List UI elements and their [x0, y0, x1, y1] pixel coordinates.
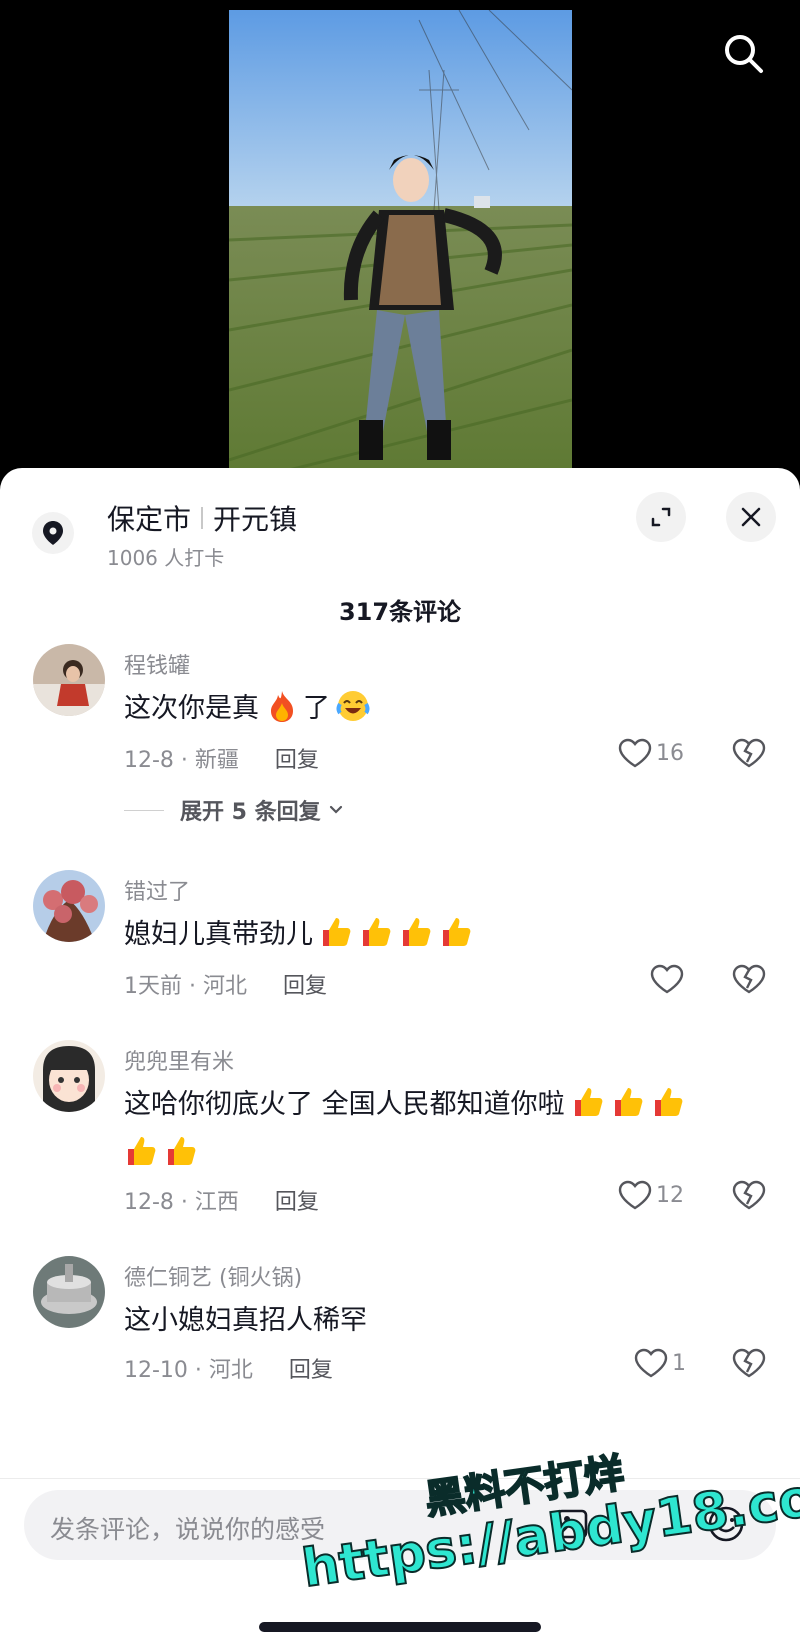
reply-button[interactable]: 回复: [275, 1184, 319, 1216]
comment-count: 317条评论: [338, 598, 462, 626]
comment-username[interactable]: 德仁铜艺 (铜火锅): [124, 1260, 302, 1292]
thumbs-up-emoji: [403, 917, 431, 946]
comment-sheet: 保定市 开元镇 1006 人打卡 317条评论 程钱罐 这次你是真 了 12-8…: [0, 468, 800, 1646]
comment-text-main: 这小媳妇真招人稀罕: [124, 1305, 367, 1336]
divider: [0, 1478, 800, 1479]
video-thumbnail-image: [229, 10, 572, 470]
comment-date-location: 1天前 · 河北: [124, 974, 247, 999]
heart-icon: [618, 1180, 652, 1210]
comment-meta: 12-10 · 河北 回复: [124, 1352, 333, 1384]
broken-heart-icon: [732, 964, 766, 994]
thumbs-up-emoji: [443, 917, 471, 946]
heart-icon: [634, 1348, 668, 1378]
heart-icon: [618, 738, 652, 768]
video-player[interactable]: [0, 0, 800, 480]
location-town: 开元镇: [213, 503, 298, 536]
like-button[interactable]: 16: [618, 738, 684, 768]
comment-date-location: 12-8 · 新疆: [124, 748, 239, 773]
location-header[interactable]: 保定市 开元镇 1006 人打卡: [0, 468, 800, 588]
like-button[interactable]: [650, 964, 688, 994]
comment-username[interactable]: 错过了: [124, 874, 190, 906]
comment-input-placeholder: 发条评论，说说你的感受: [50, 1515, 326, 1544]
like-button[interactable]: 1: [634, 1348, 686, 1378]
comment-username[interactable]: 兜兜里有米: [124, 1044, 234, 1076]
fire-emoji: [271, 690, 293, 722]
expand-button[interactable]: [636, 492, 686, 542]
close-button[interactable]: [726, 492, 776, 542]
like-count: 12: [656, 1182, 684, 1208]
divider: [124, 809, 164, 811]
dislike-button[interactable]: [732, 1180, 766, 1214]
comment-text: 这次你是真 了: [124, 686, 370, 725]
thumbs-up-emoji: [363, 917, 391, 946]
thumbs-up-emoji: [574, 1087, 602, 1116]
comment-text-main: 媳妇儿真带劲儿: [124, 919, 313, 950]
comment-username[interactable]: 程钱罐: [124, 648, 190, 680]
broken-heart-icon: [732, 1348, 766, 1378]
location-pin-icon: [32, 512, 74, 554]
thumbs-up-emoji: [654, 1087, 682, 1116]
comment-meta: 1天前 · 河北 回复: [124, 968, 327, 1000]
like-count: 16: [656, 740, 684, 766]
comment-meta: 12-8 · 新疆 回复: [124, 742, 319, 774]
dislike-button[interactable]: [732, 1348, 766, 1382]
comment-text-line2: [124, 1134, 198, 1168]
comment-date-location: 12-8 · 江西: [124, 1190, 239, 1215]
expand-replies-button[interactable]: 展开 5 条回复: [124, 794, 345, 826]
expand-icon: [651, 507, 671, 527]
dislike-button[interactable]: [732, 964, 766, 998]
reply-button[interactable]: 回复: [283, 968, 327, 1000]
thumbs-up-emoji: [614, 1087, 642, 1116]
search-button[interactable]: [718, 28, 768, 78]
expand-replies-label: 展开 5 条回复: [180, 800, 321, 825]
chevron-down-icon: [329, 805, 342, 814]
avatar[interactable]: [33, 1256, 105, 1328]
heart-icon: [650, 964, 684, 994]
comment-text: 媳妇儿真带劲儿: [124, 912, 473, 951]
laughing-crying-emoji: [336, 690, 370, 721]
avatar[interactable]: [33, 644, 105, 716]
dislike-button[interactable]: [732, 738, 766, 772]
thumbs-up-emoji: [168, 1137, 196, 1165]
reply-button[interactable]: 回复: [275, 742, 319, 774]
reply-button[interactable]: 回复: [289, 1352, 333, 1384]
broken-heart-icon: [732, 738, 766, 768]
comment-text-main: 这哈你彻底火了 全国人民都知道你啦: [124, 1089, 565, 1120]
avatar[interactable]: [33, 1040, 105, 1112]
video-frame[interactable]: [229, 10, 572, 470]
like-count: 1: [672, 1350, 686, 1376]
location-separator: [201, 507, 204, 529]
close-icon: [741, 507, 761, 527]
broken-heart-icon: [732, 1180, 766, 1210]
search-icon: [725, 35, 763, 73]
comment-text: 这小媳妇真招人稀罕: [124, 1298, 367, 1337]
comment-text-main: 这次你是真: [124, 693, 259, 724]
location-title: 保定市 开元镇: [107, 498, 297, 538]
comment-meta: 12-8 · 江西 回复: [124, 1184, 319, 1216]
like-button[interactable]: 12: [618, 1180, 684, 1210]
avatar[interactable]: [33, 870, 105, 942]
checkin-count: 1006 人打卡: [107, 546, 225, 570]
comment-date-location: 12-10 · 河北: [124, 1358, 253, 1383]
thumbs-up-emoji: [128, 1137, 156, 1165]
comment-text: 这哈你彻底火了 全国人民都知道你啦: [124, 1082, 685, 1121]
home-indicator[interactable]: [259, 1622, 541, 1632]
location-city: 保定市: [107, 503, 192, 536]
thumbs-up-emoji: [323, 917, 351, 946]
comment-text-suffix: 了: [303, 693, 330, 724]
